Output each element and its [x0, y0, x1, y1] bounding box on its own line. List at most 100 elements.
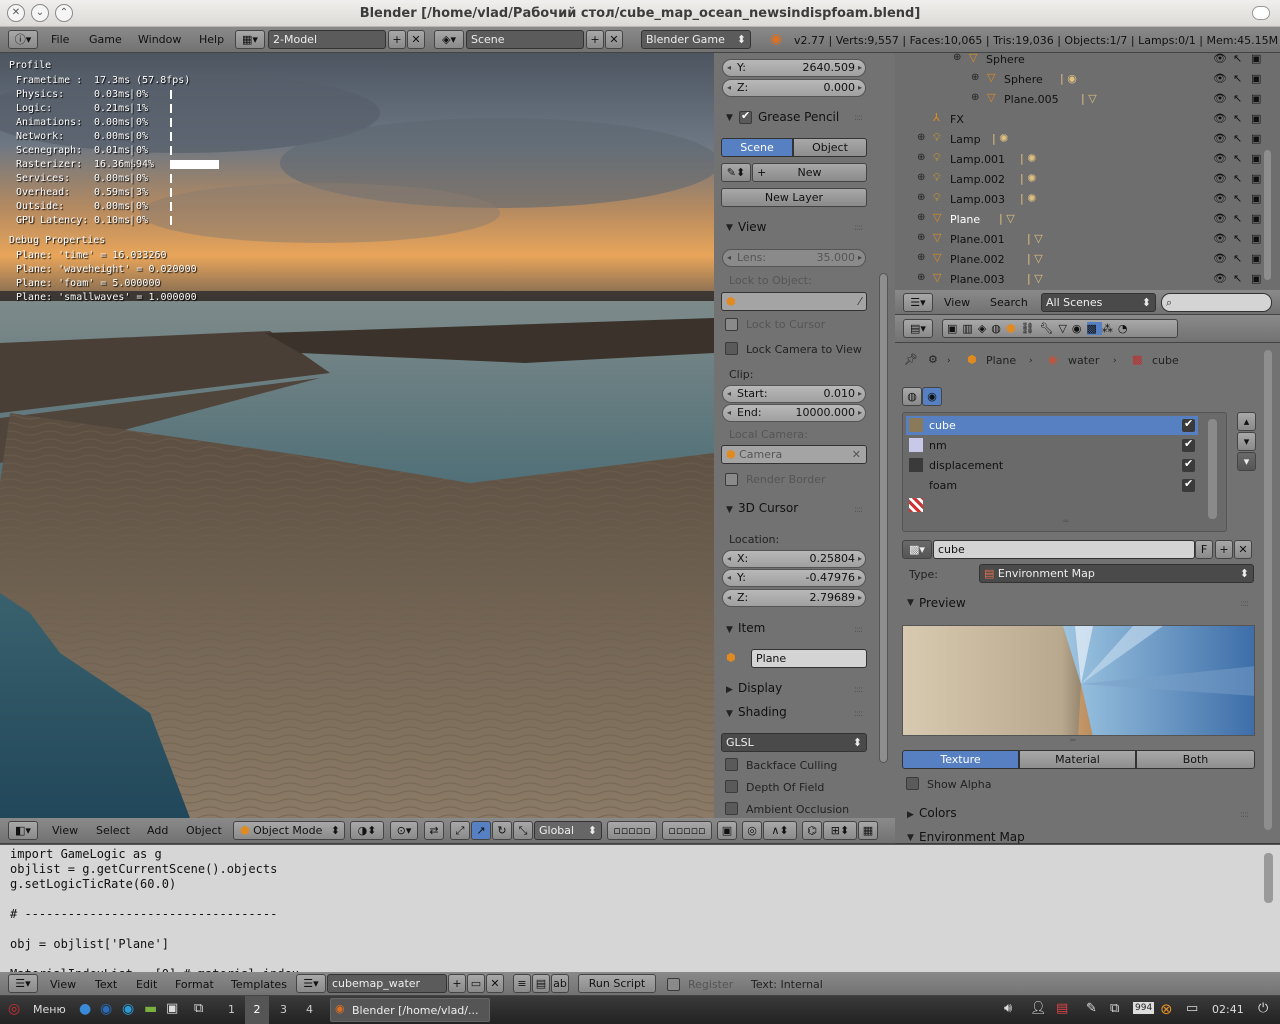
syntax-highlight-icon[interactable]: ab [551, 974, 569, 993]
colors-panel-header[interactable]: Colors [919, 806, 957, 820]
collapse-triangle-icon[interactable]: ▼ [726, 505, 733, 515]
render-icon[interactable]: ▣ [1251, 112, 1261, 125]
grease-pencil-checkbox[interactable] [739, 109, 752, 124]
outliner-row[interactable]: ⊕ ▽ Sphere 👁︎ ↖ ▣ [895, 53, 1280, 69]
scene-tab-icon[interactable]: ◈ [978, 322, 991, 335]
cursor-select-icon[interactable]: ↖ [1233, 172, 1242, 185]
mesh-data-icon[interactable]: | ▽ [1027, 232, 1043, 245]
cursor-select-icon[interactable]: ↖ [1233, 72, 1242, 85]
move-up-icon[interactable]: ▴ [1237, 412, 1256, 431]
manipulator-icon[interactable]: ⇄ [424, 821, 444, 840]
clip-start-field[interactable]: ◂ Start: 0.010 ▸ [722, 385, 866, 403]
screen-layout-icon[interactable]: ▦▾ [235, 30, 265, 49]
snap-element-icon[interactable]: ⊞⬍ [823, 821, 857, 840]
render-icon[interactable]: ▣ [1251, 53, 1261, 65]
slot-list-scrollbar[interactable] [1208, 419, 1217, 519]
unlink-text-icon[interactable]: ✕ [486, 974, 504, 993]
layers-2-icon[interactable]: ▫▫▫▫▫ [662, 821, 712, 840]
texture-type-select[interactable]: ▤ Environment Map ⬍ [979, 564, 1254, 583]
shutdown-icon[interactable]: ⏻ [1258, 1001, 1268, 1016]
cursor3d-panel-header[interactable]: 3D Cursor [738, 501, 798, 515]
user-icon[interactable]: 👤︎ [1030, 1001, 1047, 1016]
scene-field[interactable]: Scene [466, 30, 584, 49]
drag-grip-icon[interactable]: :::: [854, 709, 863, 719]
texture-browse-icon[interactable]: ▩▾ [902, 540, 932, 559]
text-editor[interactable]: import GameLogic as g objlist = g.getCurr… [0, 844, 1280, 972]
expand-triangle-icon[interactable]: ▶ [726, 685, 733, 695]
render-icon[interactable]: ▣ [1251, 252, 1261, 265]
new-text-icon[interactable]: + [448, 974, 466, 993]
cursor-select-icon[interactable]: ↖ [1233, 272, 1242, 285]
falloff-icon[interactable]: ∧⬍ [763, 821, 797, 840]
ao-checkbox[interactable] [725, 802, 738, 815]
code-line[interactable]: # ----------------------------------- [10, 907, 277, 921]
cursor-select-icon[interactable]: ↖ [1233, 112, 1242, 125]
expand-icon[interactable]: ⊕ [917, 272, 925, 283]
render-icon[interactable]: ▣ [1251, 72, 1261, 85]
clear-icon[interactable]: ✕ [852, 446, 861, 463]
material-texture-icon[interactable]: ◉ [922, 387, 942, 406]
text-menu-view[interactable]: View [50, 978, 76, 991]
show-desktop-icon[interactable]: ⧉ [194, 1001, 203, 1016]
cursor-z-field[interactable]: ◂ Z: 2.79689 ▸ [722, 589, 866, 607]
outliner-row[interactable]: ⊕ ▽ Sphere | ◉ 👁︎ ↖ ▣ [895, 69, 1280, 89]
texture-slot[interactable]: nm [906, 436, 1198, 455]
menu-select[interactable]: Select [96, 824, 130, 837]
eye-icon[interactable]: 👁︎ [1213, 152, 1227, 165]
eye-icon[interactable]: 👁︎ [1213, 53, 1227, 65]
expand-icon[interactable]: ⊕ [917, 172, 925, 183]
menu-add[interactable]: Add [147, 824, 168, 837]
mesh-data-icon[interactable]: | ▽ [999, 212, 1015, 225]
drag-grip-icon[interactable]: :::: [854, 685, 863, 695]
eye-icon[interactable]: 👁︎ [1213, 72, 1227, 85]
outliner-row[interactable]: ⊕ 💡︎ Lamp.001 | ✺ 👁︎ ↖ ▣ [895, 149, 1280, 169]
viewport-3d[interactable]: Profile Frametime : 17.3ms (57.8fps) Physi… [0, 53, 714, 818]
clock[interactable]: 02:41 [1212, 1003, 1244, 1016]
world-tab-icon[interactable]: ◍ [991, 322, 1006, 335]
drag-grip-icon[interactable]: :::: [1240, 810, 1249, 820]
lock-to-cursor-checkbox[interactable] [725, 318, 738, 331]
render-icon[interactable]: ▣ [1251, 172, 1261, 185]
collapse-triangle-icon[interactable]: ▼ [907, 598, 914, 608]
outliner-menu-view[interactable]: View [944, 296, 970, 309]
text-menu-text[interactable]: Text [95, 978, 117, 991]
view-panel-header[interactable]: View [738, 220, 766, 234]
render-icon[interactable]: ▣ [1251, 92, 1261, 105]
outliner-item-name[interactable]: Lamp.001 [950, 153, 1005, 166]
eye-icon[interactable]: 👁︎ [1213, 192, 1227, 205]
slot-use-checkbox[interactable] [1182, 457, 1195, 472]
mesh-data-icon[interactable]: | ▽ [1081, 92, 1097, 105]
start-menu-icon[interactable]: ◎ [8, 1001, 20, 1017]
move-down-icon[interactable]: ▾ [1237, 432, 1256, 451]
workspace-3[interactable]: 3 [280, 1003, 287, 1016]
globe-icon[interactable]: ◉ [100, 1001, 112, 1017]
gp-scene-tab[interactable]: Scene [721, 138, 793, 157]
expand-icon[interactable]: ⊕ [917, 152, 925, 163]
outliner-row[interactable]: ⊕ ▽ Plane | ▽ 👁︎ ↖ ▣ [895, 209, 1280, 229]
eye-icon[interactable]: 👁︎ [1213, 272, 1227, 285]
outliner-row[interactable]: ⊕ ▽ Plane.003 | ▽ 👁︎ ↖ ▣ [895, 269, 1280, 289]
fake-user-button[interactable]: F [1195, 540, 1213, 559]
mesh-data-icon[interactable]: | ▽ [1027, 252, 1043, 265]
unlink-texture-icon[interactable]: ✕ [1234, 540, 1252, 559]
shading-panel-header[interactable]: Shading [738, 705, 787, 719]
eye-icon[interactable]: 👁︎ [1213, 232, 1227, 245]
expand-icon[interactable]: ⊕ [971, 72, 979, 83]
layers-1-icon[interactable]: ▫▫▫▫▫ [607, 821, 657, 840]
outliner-row[interactable]: ⊕ 💡︎ Lamp.003 | ✺ 👁︎ ↖ ▣ [895, 189, 1280, 209]
rotate-icon[interactable]: ↻ [492, 821, 512, 840]
cursor-select-icon[interactable]: ↖ [1233, 212, 1242, 225]
menu-game[interactable]: Game [89, 33, 122, 46]
gp-object-tab[interactable]: Object [793, 138, 867, 157]
eye-icon[interactable]: 👁︎ [1213, 112, 1227, 125]
lock-object-field[interactable]: ⬢ ⁄ [721, 292, 867, 311]
cursor-x-field[interactable]: ◂ X: 0.25804 ▸ [722, 550, 866, 568]
material-tab-icon[interactable]: ◉ [1072, 322, 1087, 335]
material-data-icon[interactable]: | ◉ [1060, 72, 1077, 85]
eyedropper-icon[interactable]: ⁄ [859, 293, 861, 310]
expand-icon[interactable]: ⊕ [917, 132, 925, 143]
menu-view[interactable]: View [52, 824, 78, 837]
expand-icon[interactable]: ⊕ [917, 232, 925, 243]
editor-type-info-icon[interactable]: ⓘ▾ [8, 30, 38, 49]
menu-object[interactable]: Object [186, 824, 222, 837]
